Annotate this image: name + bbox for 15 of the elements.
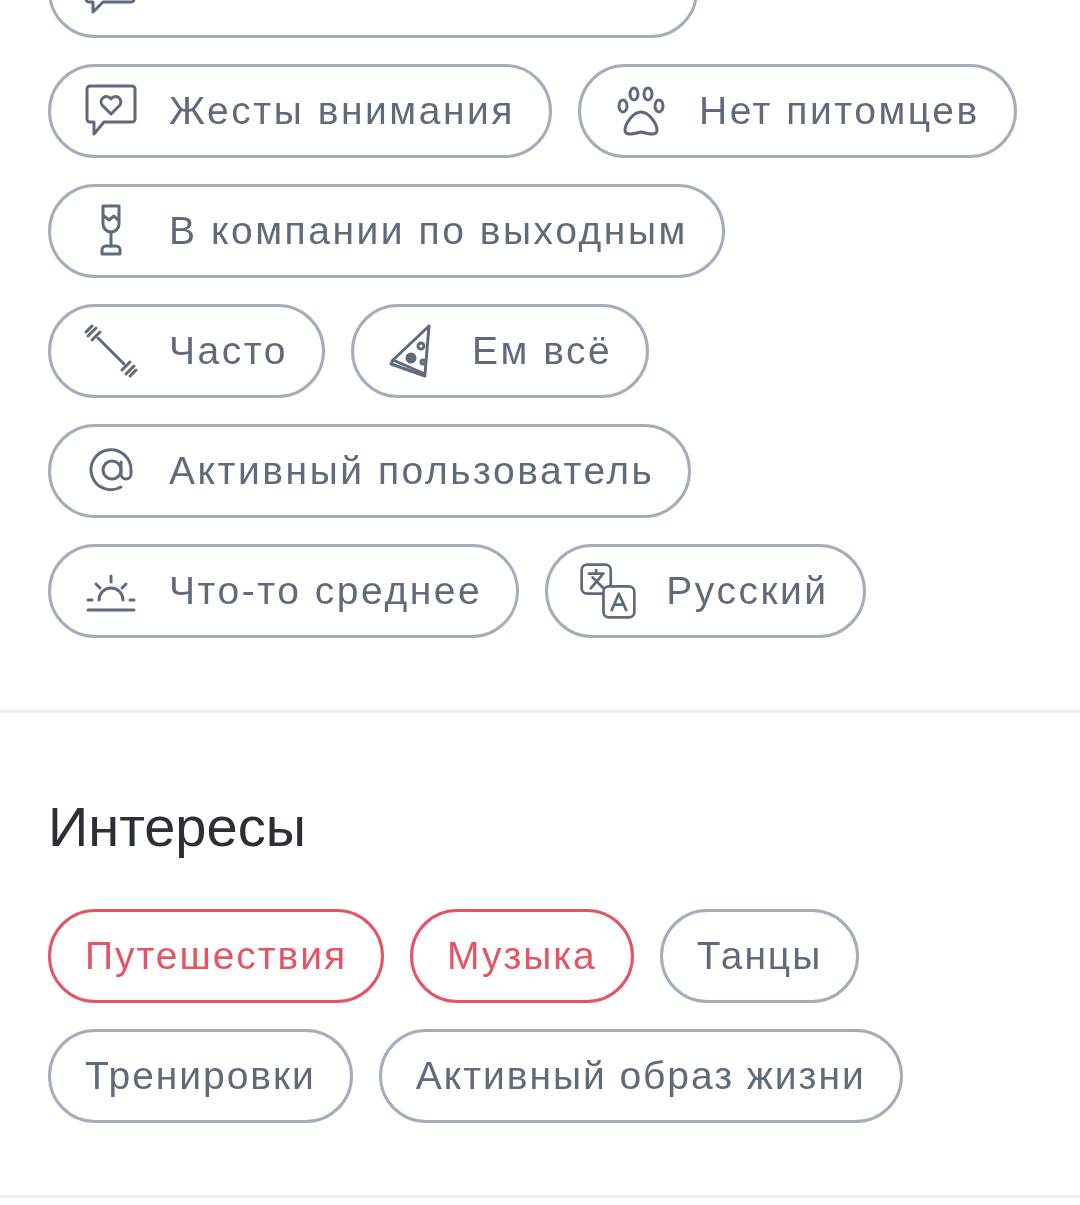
chip-label: Нет питомцев bbox=[698, 88, 980, 134]
interest-chip[interactable]: Путешествия bbox=[48, 909, 385, 1003]
chip-label: Жесты внимания bbox=[169, 88, 515, 134]
chip-label: Ем всё bbox=[472, 328, 613, 374]
interest-chip[interactable]: Тренировки bbox=[48, 1029, 353, 1123]
section-title: Интересы bbox=[47, 795, 307, 859]
chip-label: Русский bbox=[666, 568, 829, 614]
interest-chip[interactable]: Танцы bbox=[659, 909, 860, 1003]
interest-chip[interactable]: Музыка bbox=[410, 909, 634, 1003]
chip-label: Активный пользователь bbox=[169, 448, 655, 494]
chip-label: Часто bbox=[169, 328, 288, 374]
interest-chip[interactable]: Активный образ жизни bbox=[378, 1029, 903, 1123]
chip-label: Что-то среднее bbox=[169, 568, 483, 614]
chip-label: В компании по выходным bbox=[169, 208, 688, 254]
dumbbell-icon bbox=[82, 322, 140, 380]
